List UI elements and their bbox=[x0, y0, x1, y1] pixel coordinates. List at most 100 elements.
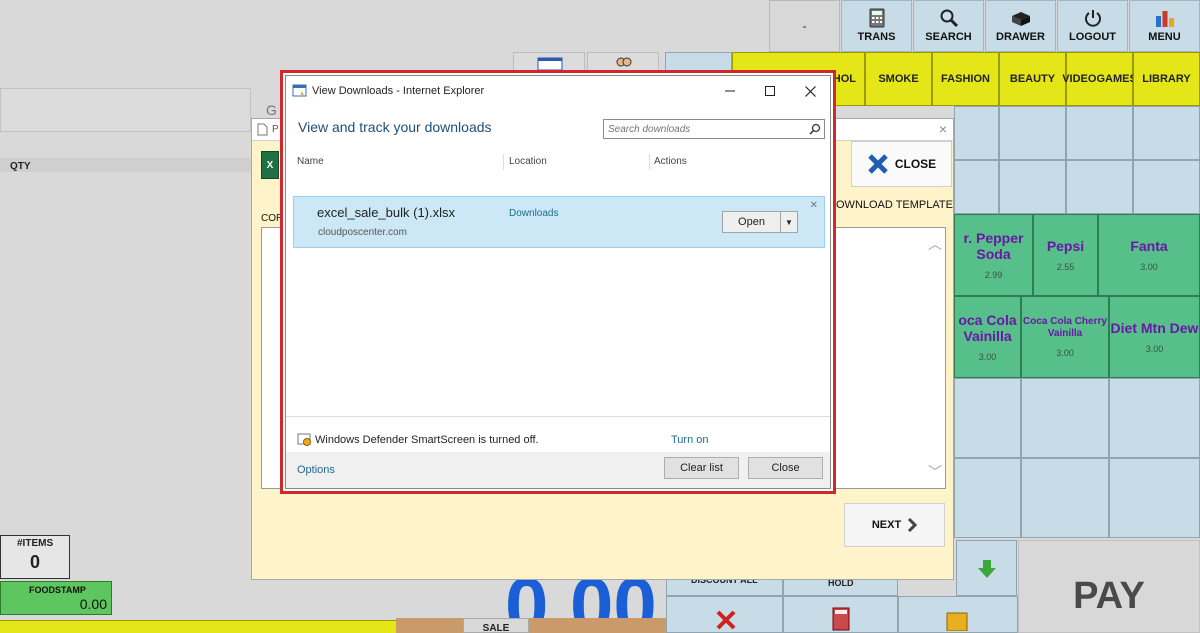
order-header-bar bbox=[0, 88, 251, 132]
options-link[interactable]: Options bbox=[297, 464, 335, 476]
smartscreen-text: Windows Defender SmartScreen is turned o… bbox=[315, 433, 539, 446]
category-library[interactable]: LIBRARY bbox=[1133, 52, 1200, 106]
toolbar-dash-button[interactable]: - bbox=[769, 0, 840, 52]
void-button[interactable] bbox=[666, 596, 783, 633]
column-headers: Name Location Actions bbox=[286, 150, 830, 174]
window-icon bbox=[537, 57, 563, 71]
grid-cell[interactable] bbox=[999, 160, 1066, 214]
download-item[interactable]: excel_sale_bulk (1).xlsx cloudposcenter.… bbox=[293, 196, 825, 248]
drawer-button[interactable]: DRAWER bbox=[985, 0, 1056, 52]
product-price: 2.55 bbox=[1056, 262, 1075, 272]
grid-cell[interactable] bbox=[954, 458, 1021, 538]
down-arrow-button[interactable] bbox=[956, 540, 1017, 596]
product-name: oca Cola Vainilla bbox=[958, 312, 1017, 344]
product-name: Pepsi bbox=[1046, 238, 1085, 254]
download-template-link[interactable]: OWNLOAD TEMPLATE bbox=[836, 199, 953, 211]
window-close-button[interactable] bbox=[790, 76, 830, 106]
logout-button[interactable]: LOGOUT bbox=[1057, 0, 1128, 52]
grid-cell[interactable] bbox=[1066, 160, 1133, 214]
column-actions[interactable]: Actions bbox=[654, 156, 687, 167]
drawer-label: DRAWER bbox=[996, 31, 1045, 43]
product-price: 2.99 bbox=[984, 270, 1003, 280]
grid-cell[interactable] bbox=[954, 378, 1021, 458]
search-icon bbox=[940, 9, 958, 28]
category-label: HOL bbox=[832, 73, 856, 85]
shield-warning-icon bbox=[297, 433, 311, 446]
package-icon bbox=[946, 612, 968, 631]
grid-cell[interactable] bbox=[1021, 458, 1109, 538]
import-dialog-close-icon[interactable]: × bbox=[939, 121, 947, 137]
download-location-link[interactable]: Downloads bbox=[509, 208, 558, 219]
download-filename[interactable]: excel_sale_bulk (1).xlsx bbox=[317, 205, 455, 220]
category-beauty[interactable]: BEAUTY bbox=[999, 52, 1066, 106]
items-count: 0 bbox=[30, 552, 41, 572]
dropdown-arrow-icon[interactable]: ▼ bbox=[781, 212, 797, 232]
power-icon bbox=[1084, 10, 1101, 27]
search-label: SEARCH bbox=[925, 31, 972, 43]
g-label: G bbox=[266, 102, 277, 118]
foodstamp-button[interactable]: FOODSTAMP 0.00 bbox=[0, 581, 112, 615]
category-smoke[interactable]: SMOKE bbox=[865, 52, 932, 106]
open-split-button[interactable]: Open ▼ bbox=[722, 211, 798, 233]
calculator-icon bbox=[832, 607, 850, 631]
column-location[interactable]: Location bbox=[509, 156, 547, 167]
grid-cell[interactable] bbox=[1021, 378, 1109, 458]
minimize-button[interactable] bbox=[710, 76, 750, 106]
excel-icon: X bbox=[261, 151, 279, 179]
sale-button[interactable]: SALE bbox=[463, 618, 529, 633]
product-tile[interactable]: Pepsi 2.55 bbox=[1033, 214, 1098, 296]
sale-label: SALE bbox=[482, 623, 510, 633]
grid-cell[interactable] bbox=[954, 160, 999, 214]
remove-item-icon[interactable]: ✕ bbox=[810, 200, 818, 211]
items-label: #ITEMS bbox=[17, 538, 54, 549]
close-label: Close bbox=[771, 462, 800, 474]
product-tile[interactable]: Fanta 3.00 bbox=[1098, 214, 1200, 296]
category-videogames[interactable]: VIDEOGAMES bbox=[1062, 52, 1137, 106]
search-icon[interactable] bbox=[809, 123, 821, 135]
search-button[interactable]: SEARCH bbox=[913, 0, 984, 52]
product-tile[interactable]: r. Pepper Soda 2.99 bbox=[954, 214, 1033, 296]
grid-cell[interactable] bbox=[1133, 106, 1200, 160]
close-button[interactable]: Close bbox=[748, 457, 823, 479]
bar-chart-icon bbox=[1155, 11, 1174, 27]
logout-label: LOGOUT bbox=[1068, 31, 1117, 43]
product-tile[interactable]: Coca Cola Cherry Vainilla 3.00 bbox=[1021, 296, 1109, 378]
open-button[interactable]: Open bbox=[723, 212, 781, 232]
trans-button[interactable]: TRANS bbox=[841, 0, 912, 52]
ie-downloads-highlight: View Downloads - Internet Explorer View … bbox=[280, 70, 836, 494]
qty-header bbox=[0, 158, 251, 172]
turn-on-link[interactable]: Turn on bbox=[671, 434, 709, 446]
product-name: Fanta bbox=[1130, 238, 1168, 254]
category-fashion[interactable]: FASHION bbox=[932, 52, 999, 106]
foodstamp-value: 0.00 bbox=[79, 596, 107, 612]
maximize-button[interactable] bbox=[750, 76, 790, 106]
grid-cell[interactable] bbox=[999, 106, 1066, 160]
minimize-icon bbox=[725, 90, 735, 92]
next-button[interactable]: NEXT bbox=[844, 503, 945, 547]
column-name[interactable]: Name bbox=[297, 156, 324, 167]
grid-cell[interactable] bbox=[1109, 458, 1200, 538]
bottom-yellow-bar bbox=[0, 620, 396, 633]
close-icon bbox=[804, 85, 816, 97]
pay-button[interactable]: PAY bbox=[1018, 540, 1200, 633]
category-label: BEAUTY bbox=[1009, 73, 1056, 85]
divider bbox=[286, 416, 830, 417]
scroll-up-icon[interactable]: ︿ bbox=[928, 234, 942, 254]
search-downloads-input[interactable] bbox=[603, 119, 825, 139]
product-tile[interactable]: oca Cola Vainilla 3.00 bbox=[954, 296, 1021, 378]
import-close-label: CLOSE bbox=[894, 157, 937, 171]
column-divider bbox=[503, 154, 504, 170]
box-button[interactable] bbox=[898, 596, 1018, 633]
clear-list-button[interactable]: Clear list bbox=[664, 457, 739, 479]
category-label: VIDEOGAMES bbox=[1062, 73, 1137, 85]
menu-button[interactable]: MENU bbox=[1129, 0, 1200, 52]
product-tile[interactable]: Diet Mtn Dew 3.00 bbox=[1109, 296, 1200, 378]
grid-cell[interactable] bbox=[1133, 160, 1200, 214]
grid-cell[interactable] bbox=[954, 106, 999, 160]
import-close-button[interactable]: CLOSE bbox=[851, 141, 952, 187]
grid-cell[interactable] bbox=[1109, 378, 1200, 458]
calculator-button[interactable] bbox=[783, 596, 898, 633]
document-icon bbox=[257, 123, 268, 136]
scroll-down-icon[interactable]: ﹀ bbox=[928, 462, 942, 482]
grid-cell[interactable] bbox=[1066, 106, 1133, 160]
